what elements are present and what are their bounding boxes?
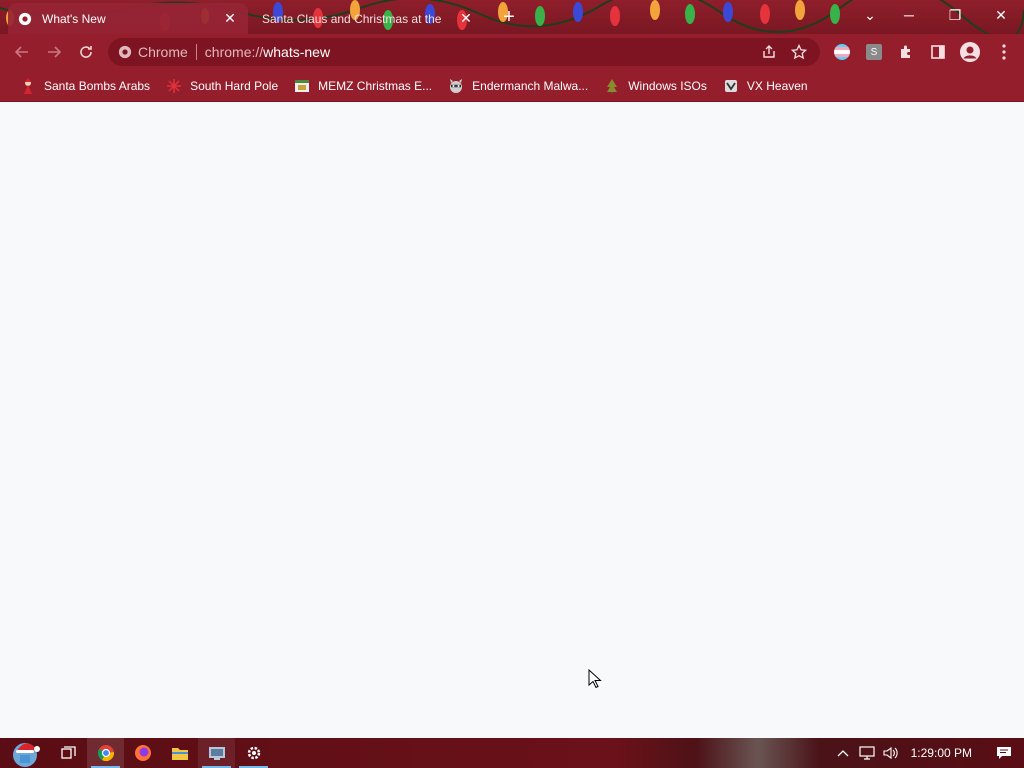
network-icon[interactable]: [855, 738, 879, 768]
tab-title: Santa Claus and Christmas at the: [262, 11, 442, 26]
trans-flag-extension-icon[interactable]: [828, 38, 856, 66]
snowflake-icon: [166, 78, 182, 94]
tab-title: What's New: [42, 11, 106, 26]
mouse-cursor-icon: [588, 669, 602, 689]
bookmark-endermanch-malware[interactable]: Endermanch Malwa...: [440, 73, 596, 99]
bookmark-vx-heaven[interactable]: VX Heaven: [715, 73, 816, 99]
santa-start-orb-icon: [13, 743, 40, 767]
window-controls: ⌄ ─ ❐ ✕: [854, 0, 1024, 30]
bookmark-label: Santa Bombs Arabs: [44, 78, 151, 93]
bookmark-label: Windows ISOs: [628, 78, 707, 93]
back-icon[interactable]: [6, 36, 38, 68]
bookmark-star-icon[interactable]: [788, 41, 810, 63]
vx-icon: [723, 78, 739, 94]
bookmark-south-hard-pole[interactable]: South Hard Pole: [158, 73, 286, 99]
site-info-chip[interactable]: Chrome: [118, 44, 197, 60]
bookmark-windows-isos[interactable]: Windows ISOs: [596, 73, 715, 99]
new-tab-button[interactable]: +: [498, 7, 520, 29]
url-scheme: chrome://: [204, 44, 264, 60]
address-bar[interactable]: Chrome chrome://whats-new: [108, 38, 820, 66]
taskbar-network-app-icon[interactable]: [198, 738, 235, 768]
url-path: whats-new: [263, 44, 331, 60]
tab-search-icon[interactable]: ⌄: [854, 0, 886, 30]
minimize-icon[interactable]: ─: [886, 0, 932, 30]
forward-icon[interactable]: [38, 36, 70, 68]
browser-toolbar: Chrome chrome://whats-new S: [0, 34, 1024, 70]
chrome-logo-icon: [118, 45, 132, 59]
page-content-blank: [0, 103, 1024, 738]
bookmark-memz-christmas[interactable]: MEMZ Christmas E...: [286, 73, 440, 99]
side-panel-icon[interactable]: [924, 38, 952, 66]
extensions-puzzle-icon[interactable]: [892, 38, 920, 66]
bookmark-label: South Hard Pole: [190, 78, 279, 93]
close-tab-icon[interactable]: ✕: [222, 10, 238, 27]
bookmark-label: Endermanch Malwa...: [472, 78, 589, 93]
bookmark-santa-bombs-arabs[interactable]: Santa Bombs Arabs: [12, 73, 158, 99]
tree-icon: [604, 78, 620, 94]
memz-icon: [294, 78, 310, 94]
reload-icon[interactable]: [70, 36, 102, 68]
taskbar-chrome-icon[interactable]: [87, 738, 124, 768]
tab-strip: What's New ✕ Santa Claus and Christmas a…: [0, 0, 1024, 34]
taskbar-firefox-icon[interactable]: [124, 738, 161, 768]
chrome-menu-icon[interactable]: [990, 38, 1018, 66]
taskbar-file-explorer-icon[interactable]: [161, 738, 198, 768]
bookmark-label: VX Heaven: [746, 78, 808, 93]
bookmark-label: MEMZ Christmas E...: [318, 78, 433, 93]
close-window-icon[interactable]: ✕: [978, 0, 1024, 30]
close-tab-icon[interactable]: ✕: [458, 10, 474, 27]
chrome-favicon-icon: [18, 12, 32, 25]
profile-avatar-icon[interactable]: [956, 38, 984, 66]
raccoon-icon: [448, 78, 464, 94]
s-extension-icon[interactable]: S: [860, 38, 888, 66]
restore-icon[interactable]: ❐: [932, 0, 978, 30]
share-icon[interactable]: [758, 41, 780, 63]
tab-whats-new[interactable]: What's New ✕: [8, 3, 248, 34]
tab-santa-claus[interactable]: Santa Claus and Christmas at the ✕: [252, 3, 484, 34]
start-button[interactable]: [0, 738, 50, 768]
volume-icon[interactable]: [879, 738, 903, 768]
action-center-icon[interactable]: [984, 738, 1024, 768]
chrome-window: What's New ✕ Santa Claus and Christmas a…: [0, 0, 1024, 738]
show-hidden-icons-chevron-icon[interactable]: [831, 738, 855, 768]
site-chip-label: Chrome: [138, 44, 188, 60]
system-tray: 1:29:00 PM: [831, 738, 1024, 768]
santa-icon: [20, 77, 36, 94]
bookmarks-bar: Santa Bombs Arabs South Hard Pole MEMZ C…: [0, 70, 1024, 102]
taskbar-clock[interactable]: 1:29:00 PM: [903, 746, 984, 760]
windows-taskbar: 1:29:00 PM: [0, 738, 1024, 768]
task-view-icon[interactable]: [50, 738, 87, 768]
taskbar-settings-icon[interactable]: [235, 738, 272, 768]
